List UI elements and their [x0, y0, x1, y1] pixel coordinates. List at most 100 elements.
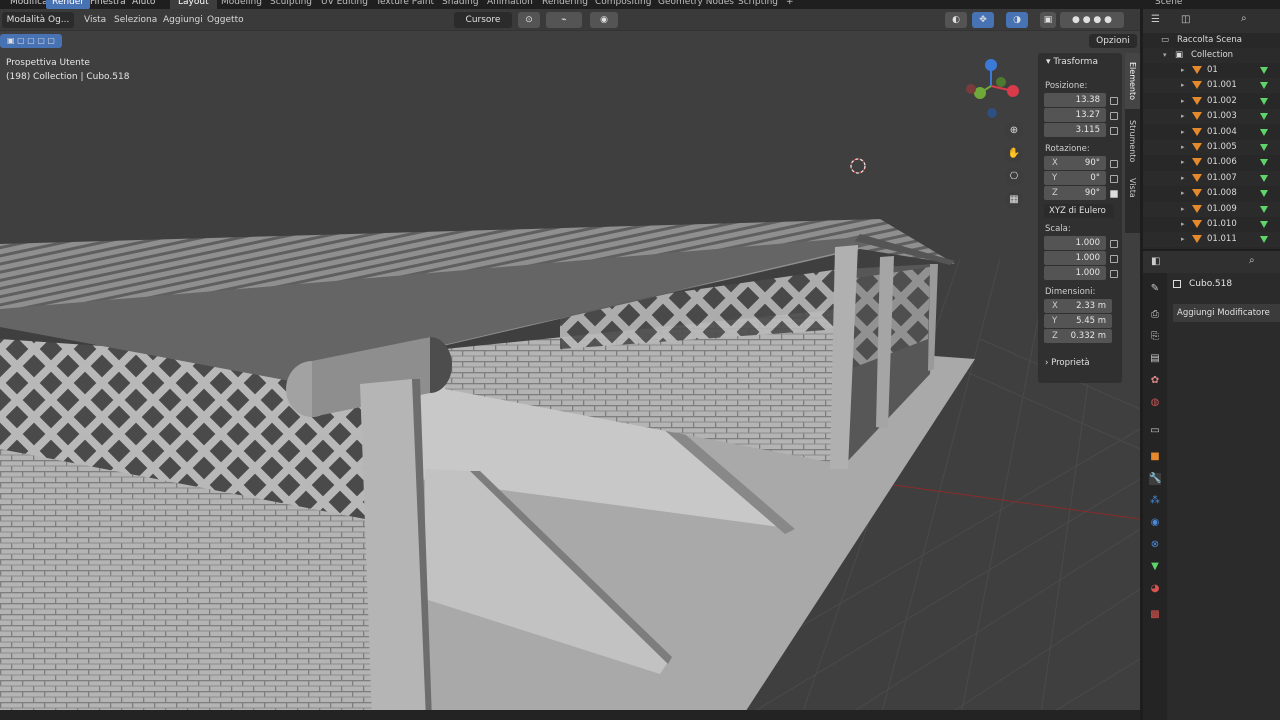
rotation-mode-dropdown[interactable]: XYZ di Eulero — [1044, 204, 1114, 218]
search-icon[interactable]: ⌕ — [1241, 13, 1247, 24]
rotation-z-field[interactable]: Z 90° — [1044, 186, 1106, 200]
scene-icon[interactable]: ✿ — [1149, 375, 1161, 387]
menu-finestra[interactable]: Finestra — [84, 0, 132, 9]
physics-icon[interactable]: ◉ — [1149, 517, 1161, 529]
outliner-item[interactable]: ▸ 01 — [1143, 63, 1280, 78]
output-icon[interactable]: ⎘ — [1149, 331, 1161, 343]
modifier-wrench-icon[interactable]: 🔧 — [1149, 473, 1161, 485]
expand-arrow-icon[interactable]: ▸ — [1181, 202, 1185, 217]
position-z-field[interactable]: 3.115 — [1044, 123, 1106, 137]
editor-type-icon[interactable]: ◧ — [1151, 256, 1160, 267]
lock-icon[interactable] — [1110, 160, 1118, 168]
outliner-item[interactable]: ▸ 01.004 — [1143, 125, 1280, 140]
shading-modes[interactable]: ● ● ● ● — [1060, 12, 1124, 28]
expand-arrow-icon[interactable]: ▸ — [1181, 63, 1185, 78]
mesh-data-icon[interactable] — [1260, 174, 1268, 182]
overlay-toggle-icon[interactable]: ◑ — [1006, 12, 1028, 28]
outliner-item[interactable]: ▸ 01.003 — [1143, 109, 1280, 125]
outliner-item[interactable]: ▸ 01.010 — [1143, 217, 1280, 232]
lock-icon[interactable] — [1110, 97, 1118, 105]
outliner-item[interactable]: ▸ 01.005 — [1143, 140, 1280, 155]
menu-seleziona[interactable]: Seleziona — [114, 13, 157, 27]
pan-hand-icon[interactable]: ✋ — [1005, 145, 1023, 163]
object-icon[interactable]: ■ — [1149, 451, 1161, 463]
properties-section[interactable]: › Proprietà — [1045, 358, 1090, 368]
outliner-item[interactable]: ▸ 01.002 — [1143, 94, 1280, 109]
tab-texture-paint[interactable]: Texture Paint — [368, 0, 442, 9]
expand-arrow-icon[interactable]: ▸ — [1181, 186, 1185, 201]
scale-y-field[interactable]: 1.000 — [1044, 251, 1106, 265]
menu-oggetto[interactable]: Oggetto — [207, 13, 244, 27]
add-modifier-dropdown[interactable]: Aggiungi Modificatore — [1173, 304, 1280, 322]
expand-arrow-icon[interactable]: ▸ — [1181, 109, 1185, 124]
material-icon[interactable]: ◕ — [1149, 583, 1161, 595]
outliner-scene-collection[interactable]: ▭ Raccolta Scena — [1143, 33, 1280, 48]
menu-aiuto[interactable]: Aiuto — [126, 0, 161, 9]
zoom-icon[interactable]: ⊕ — [1005, 122, 1023, 140]
menu-vista[interactable]: Vista — [84, 13, 106, 27]
transform-orientation-dropdown[interactable]: Cursore — [454, 12, 512, 28]
gizmo-toggle-icon[interactable]: ✥ — [972, 12, 994, 28]
xray-icon[interactable]: ▣ — [1040, 12, 1056, 28]
options-dropdown[interactable]: Opzioni — [1089, 34, 1137, 48]
dimension-y-field[interactable]: Y 5.45 m — [1044, 314, 1112, 328]
mesh-data-icon[interactable] — [1260, 97, 1268, 105]
outliner-item[interactable]: ▸ 01.009 — [1143, 201, 1280, 217]
mesh-data-icon[interactable] — [1260, 67, 1268, 74]
scale-z-field[interactable]: 1.000 — [1044, 266, 1106, 280]
scene-render[interactable] — [0, 9, 1140, 720]
tab-geometry-nodes[interactable]: Geometry Nodes — [650, 0, 742, 9]
mode-dropdown[interactable]: Modalità Og... — [2, 12, 74, 28]
pivot-icon[interactable]: ⊙ — [518, 12, 540, 28]
scene-selector[interactable]: Scene — [1147, 0, 1190, 9]
outliner-item[interactable]: ▸ 01.006 — [1143, 155, 1280, 170]
mesh-data-icon[interactable] — [1260, 205, 1268, 213]
tab-sculpting[interactable]: Sculpting — [262, 0, 320, 9]
lock-icon[interactable] — [1110, 255, 1118, 263]
texture-icon[interactable]: ▩ — [1149, 609, 1161, 621]
mesh-data-icon[interactable] — [1260, 190, 1268, 198]
expand-arrow-icon[interactable]: ▸ — [1181, 94, 1185, 109]
select-mode-icons[interactable]: ▣ ▢ ▢ ▢ ▢ — [0, 34, 62, 48]
menu-aggiungi[interactable]: Aggiungi — [163, 13, 203, 27]
tab-compositing[interactable]: Compositing — [587, 0, 659, 9]
position-x-field[interactable]: 13.38 — [1044, 93, 1106, 107]
mesh-data-icon[interactable] — [1260, 113, 1268, 121]
proportional-edit-icon[interactable]: ◉ — [590, 12, 618, 28]
outliner-item[interactable]: ▸ 01.011 — [1143, 232, 1280, 248]
expand-arrow-icon[interactable]: ▸ — [1181, 78, 1185, 93]
lock-icon[interactable] — [1110, 112, 1118, 120]
lock-closed-icon[interactable] — [1110, 190, 1118, 198]
search-icon[interactable]: ⌕ — [1249, 255, 1255, 266]
outliner-collection[interactable]: ▾ ▣ Collection — [1143, 48, 1280, 63]
outliner-item[interactable]: ▸ 01.007 — [1143, 170, 1280, 186]
tab-uv-editing[interactable]: UV Editing — [313, 0, 376, 9]
mesh-data-icon[interactable] — [1260, 236, 1268, 244]
world-icon[interactable]: ◍ — [1149, 397, 1161, 409]
add-workspace-button[interactable]: + — [778, 0, 802, 9]
tab-animation[interactable]: Animation — [479, 0, 541, 9]
dimension-z-field[interactable]: Z 0.332 m — [1044, 329, 1112, 343]
mesh-data-icon[interactable] — [1260, 159, 1268, 167]
particles-icon[interactable]: ⁂ — [1149, 495, 1161, 507]
mesh-data-icon[interactable] — [1260, 221, 1268, 228]
display-mode-icon[interactable]: ◫ — [1181, 14, 1190, 25]
collection-icon[interactable]: ▭ — [1149, 425, 1161, 437]
camera-icon[interactable]: ⎔ — [1005, 168, 1023, 186]
expand-arrow-icon[interactable]: ▾ — [1163, 48, 1167, 63]
tool-icon[interactable]: ✎ — [1149, 283, 1161, 295]
visibility-icon[interactable]: ◐ — [945, 12, 967, 28]
3d-viewport[interactable]: Modalità Og... Vista Seleziona Aggiungi … — [0, 9, 1140, 720]
expand-arrow-icon[interactable]: ▸ — [1181, 155, 1185, 170]
expand-arrow-icon[interactable]: ▸ — [1181, 232, 1185, 247]
lock-icon[interactable] — [1110, 240, 1118, 248]
editor-type-icon[interactable]: ☰ — [1151, 14, 1160, 25]
render-icon[interactable]: ⎙ — [1149, 309, 1161, 321]
lock-icon[interactable] — [1110, 127, 1118, 135]
lock-icon[interactable] — [1110, 175, 1118, 183]
dimension-x-field[interactable]: X 2.33 m — [1044, 299, 1112, 313]
mesh-data-icon[interactable] — [1260, 144, 1268, 151]
tab-vista[interactable]: Vista — [1125, 173, 1140, 203]
view-layer-icon[interactable]: ▤ — [1149, 353, 1161, 365]
tab-strumento[interactable]: Strumento — [1125, 111, 1140, 171]
